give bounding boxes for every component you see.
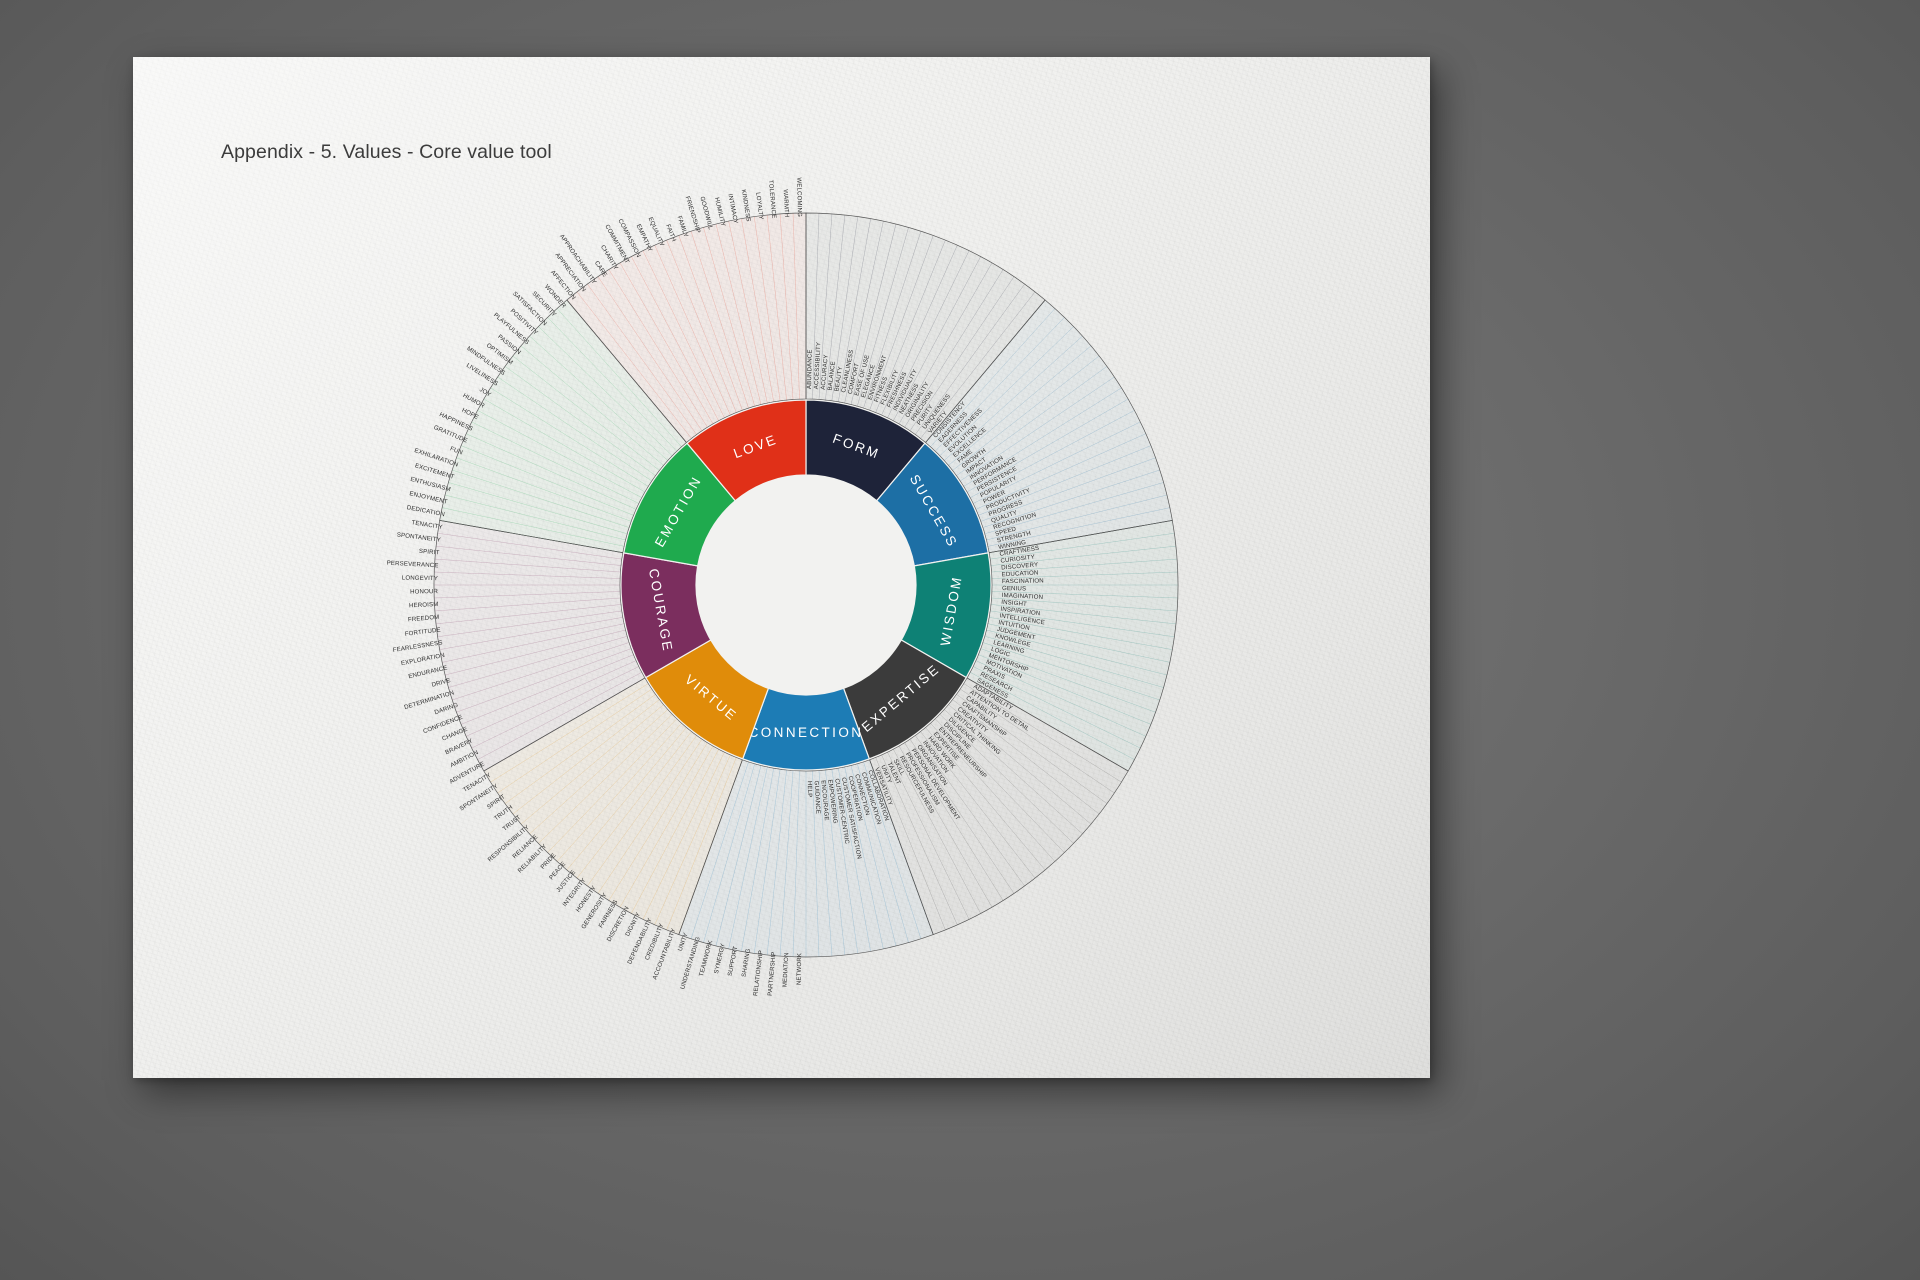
core-value-wheel: ABUNDANCE ACCESSIBILITY ACCURACY BALANCE BEA… (133, 57, 1430, 1078)
value-word: HUMILITY (713, 197, 726, 227)
value-word: HELP (806, 781, 813, 798)
value-word: FASCINATION (1002, 577, 1044, 585)
value-word: SUPPORT (727, 945, 740, 976)
value-word: MEDIATION (782, 952, 791, 987)
paper-sheet: Appendix - 5. Values - Core value tool A… (133, 57, 1430, 1078)
value-word: TOLERANCE (767, 180, 777, 219)
value-word: NETWORK (796, 953, 804, 985)
donut-center-hole (696, 475, 916, 695)
segment-label: CONNECTION (749, 725, 864, 740)
value-word: SPIRIT (419, 548, 440, 557)
value-word: FAITH (664, 223, 677, 242)
value-word: WELCOMING (795, 177, 803, 217)
value-word: ENJOYMENT (409, 490, 449, 506)
value-word: LONGEVITY (402, 575, 438, 583)
core-value-sunburst-chart: ABUNDANCE ACCESSIBILITYACCURACYBALANCEBEA… (386, 177, 1179, 997)
value-word: SYNERGY (713, 943, 727, 975)
value-word: PARTNERSHIP (767, 951, 778, 996)
value-word: FORTITUDE (404, 626, 441, 637)
value-word: ENDURANCE (408, 664, 449, 680)
value-word: INTIMACY (726, 193, 739, 224)
value-word: FEARLESSNESS (392, 639, 443, 654)
value-word: RELATIONSHIP (752, 950, 765, 997)
value-word: GOODWILL (698, 196, 714, 231)
value-word: SPONTANEITY (396, 531, 441, 543)
value-word: PERSEVERANCE (386, 560, 438, 570)
value-word: FAMILY (676, 215, 690, 238)
value-word: DEDICATION (406, 504, 445, 518)
value-word: HOPE (461, 407, 480, 421)
page-title: Appendix - 5. Values - Core value tool (221, 141, 552, 163)
value-word: EXPLORATION (400, 652, 445, 667)
